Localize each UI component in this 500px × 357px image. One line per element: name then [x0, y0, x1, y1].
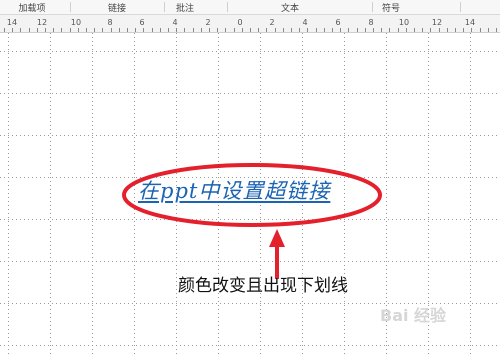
ruler-tick — [438, 28, 440, 32]
ruler-label: 4 — [172, 18, 178, 27]
ruler-label: 2 — [205, 18, 211, 27]
ruler-tick — [20, 28, 22, 32]
ruler-label: 2 — [269, 18, 275, 27]
ruler-tick — [86, 28, 87, 32]
ruler-tick — [77, 28, 79, 32]
ruler-tick — [143, 28, 145, 32]
ruler-tick — [373, 28, 374, 32]
ruler-tick — [94, 28, 96, 32]
ruler-tick — [258, 28, 260, 32]
ruler-tick — [192, 28, 194, 32]
ruler-tick — [381, 28, 383, 32]
ruler-label: 8 — [107, 18, 113, 27]
ruler-tick — [299, 28, 301, 32]
ruler-tick — [397, 28, 399, 32]
ruler-tick — [332, 28, 333, 32]
ruler-tick — [315, 28, 317, 32]
ruler-tick — [200, 28, 202, 32]
ruler-label: 14 — [464, 18, 476, 27]
ruler-tick — [102, 28, 104, 32]
ruler-tick — [323, 28, 325, 32]
ruler-tick — [241, 28, 243, 32]
ruler-tick — [12, 28, 14, 32]
ruler-tick — [430, 28, 432, 32]
ruler-tick — [45, 28, 46, 32]
ruler-tick — [479, 28, 481, 32]
ruler-tick — [159, 28, 161, 32]
ruler-label: 14 — [6, 18, 18, 27]
ruler-tick — [446, 28, 448, 32]
ribbon-separator — [372, 2, 373, 12]
ruler-tick — [487, 28, 489, 32]
ruler-tick — [282, 28, 284, 32]
ruler-label: 8 — [368, 18, 374, 27]
ruler-label: 12 — [36, 18, 48, 27]
ruler-tick — [28, 28, 30, 32]
ribbon-separator — [460, 2, 461, 12]
ruler-tick — [184, 28, 186, 32]
ruler-tick — [61, 28, 63, 32]
ruler-tick — [36, 28, 38, 32]
ruler-tick — [69, 28, 71, 32]
watermark-logo: Bai 经验 — [380, 306, 447, 325]
ruler-tick — [127, 28, 128, 32]
ruler-tick — [340, 28, 342, 32]
ruler-tick — [53, 28, 55, 32]
ruler-tick — [463, 28, 465, 32]
ruler-tick — [233, 28, 235, 32]
ruler-tick — [356, 28, 358, 32]
ruler-tick — [471, 28, 473, 32]
ruler-tick — [414, 28, 415, 32]
ruler-tick — [307, 28, 309, 32]
ruler-tick — [389, 28, 391, 32]
ruler-label: 10 — [398, 18, 410, 27]
ribbon-group-addins: 加载项 — [18, 4, 46, 14]
ruler-label: 10 — [70, 18, 82, 27]
ruler-tick — [274, 28, 276, 32]
ruler-tick — [209, 28, 210, 32]
ruler-tick — [364, 28, 366, 32]
ruler-tick — [455, 28, 456, 32]
ruler-label: 6 — [139, 18, 145, 27]
ribbon-separator — [227, 2, 228, 12]
ruler-tick — [151, 28, 153, 32]
ruler-tick — [291, 28, 292, 32]
ruler-tick — [348, 28, 350, 32]
ribbon-group-symbols: 符号 — [381, 4, 400, 14]
ribbon-group-comments: 批注 — [175, 4, 194, 14]
ribbon-group-text: 文本 — [280, 4, 299, 14]
ruler-label: 4 — [302, 18, 308, 27]
ruler-tick — [110, 28, 112, 32]
annotation-caption: 颜色改变且出现下划线 — [178, 276, 348, 296]
ruler-tick — [225, 28, 227, 32]
ruler-label: 12 — [431, 18, 443, 27]
ruler-tick — [176, 28, 178, 32]
ruler-tick — [266, 28, 268, 32]
ribbon-group-labels: 加载项 链接 批注 文本 符号 — [0, 0, 500, 15]
ribbon-group-links: 链接 — [107, 4, 126, 14]
ruler-tick — [217, 28, 219, 32]
hyperlink-text[interactable]: 在ppt中设置超链接 — [138, 175, 330, 205]
horizontal-ruler[interactable]: 14 12 10 8 6 4 2 0 2 4 6 8 10 12 14 — [0, 15, 500, 33]
ruler-tick — [405, 28, 407, 32]
ruler-tick — [168, 28, 169, 32]
ruler-label: 0 — [237, 18, 243, 27]
ruler-tick — [4, 28, 5, 32]
ruler-tick — [496, 28, 497, 32]
ribbon-separator — [70, 2, 71, 12]
ruler-label: 6 — [335, 18, 341, 27]
ruler-tick — [250, 28, 251, 32]
ruler-tick — [118, 28, 120, 32]
ruler-tick — [422, 28, 424, 32]
ribbon-separator — [164, 2, 165, 12]
ruler-tick — [135, 28, 137, 32]
